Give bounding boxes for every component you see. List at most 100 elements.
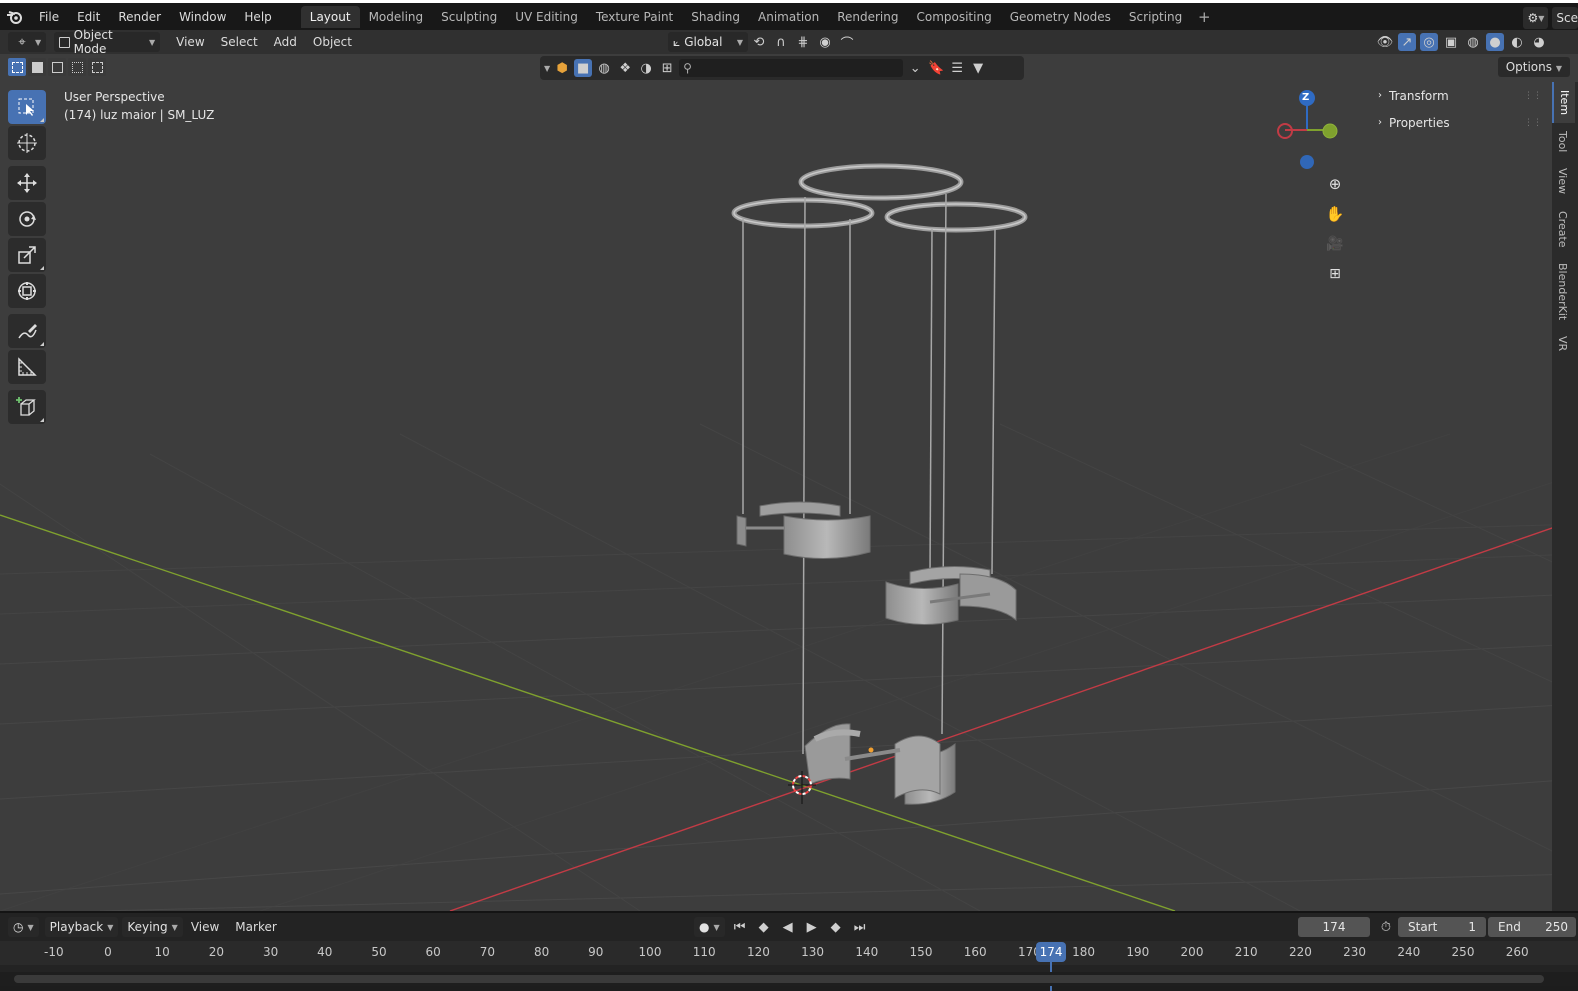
select-box-tool[interactable] <box>8 90 46 124</box>
search-input[interactable]: ⚲ <box>679 59 904 77</box>
play-reverse-icon[interactable]: ◀ <box>779 918 797 936</box>
shader-filter-icon[interactable]: ❖ <box>616 59 634 77</box>
menu-add[interactable]: Add <box>266 32 305 52</box>
tab-texture-paint[interactable]: Texture Paint <box>587 6 682 28</box>
scene-selector[interactable]: ⚙ ▼ <box>1523 7 1549 29</box>
light-filter-icon[interactable]: ◍ <box>595 59 613 77</box>
bookmark-icon[interactable]: 🔖 <box>927 59 945 77</box>
camera-view-button[interactable]: 🎥 <box>1322 231 1348 257</box>
annotate-tool[interactable] <box>8 314 46 348</box>
move-tool[interactable] <box>8 166 46 200</box>
auto-keying-button[interactable]: ● ▼ <box>694 917 725 937</box>
select-intersect-mode-button[interactable] <box>88 58 106 76</box>
3d-viewport[interactable]: Z ▼ ⬢ ■ ◍ ❖ ◑ ⊞ ⚲ ⌄ 🔖 ☰ ▼ Options ▼ User… <box>0 54 1578 911</box>
menu-render[interactable]: Render <box>109 6 170 28</box>
object-filter-icon[interactable]: ■ <box>574 59 593 77</box>
cursor-tool[interactable] <box>8 126 46 160</box>
select-extend-mode-button[interactable] <box>28 58 46 76</box>
sidebar-tab-create[interactable]: Create <box>1552 203 1573 256</box>
chandelier-model[interactable] <box>731 163 1028 805</box>
proportional-edit-icon[interactable]: ◉ <box>816 33 834 51</box>
timeline-scrollbar[interactable] <box>0 972 1578 986</box>
prev-keyframe-icon[interactable]: ◆ <box>755 918 773 936</box>
menu-window[interactable]: Window <box>170 6 235 28</box>
play-icon[interactable]: ▶ <box>803 918 821 936</box>
tab-shading[interactable]: Shading <box>682 6 749 28</box>
transform-orientation-selector[interactable]: ⟀ Global ▼ <box>668 32 748 52</box>
rotate-tool[interactable] <box>8 202 46 236</box>
keying-menu[interactable]: Keying ▼ <box>122 917 183 937</box>
tab-animation[interactable]: Animation <box>749 6 828 28</box>
scale-tool[interactable] <box>8 238 46 272</box>
menu-view[interactable]: View <box>168 32 212 52</box>
tab-sculpting[interactable]: Sculpting <box>432 6 506 28</box>
mesh-filter-icon[interactable]: ⬢ <box>553 59 571 77</box>
next-keyframe-icon[interactable]: ◆ <box>827 918 845 936</box>
frame-ruler[interactable]: -10 0 10 20 30 40 50 60 70 80 90 100 110 120 130 140 150… <box>0 941 1578 991</box>
add-workspace-button[interactable]: + <box>1191 8 1217 26</box>
sidebar-tab-item[interactable]: Item <box>1552 82 1575 124</box>
visibility-icon[interactable]: 👁 <box>1376 33 1394 51</box>
drag-handle-icon[interactable]: ⋮⋮ <box>1524 91 1542 101</box>
drag-handle-icon[interactable]: ⋮⋮ <box>1524 118 1542 128</box>
toggle-perspective-button[interactable]: ⊞ <box>1322 261 1348 287</box>
sidebar-tab-tool[interactable]: Tool <box>1552 123 1573 160</box>
current-frame-field[interactable]: 174 <box>1298 917 1370 937</box>
select-invert-mode-button[interactable] <box>68 58 86 76</box>
transform-tool[interactable] <box>8 274 46 308</box>
pivot-point-icon[interactable]: ⟲ <box>750 33 768 51</box>
tab-compositing[interactable]: Compositing <box>907 6 1000 28</box>
solid-shading-icon[interactable]: ● <box>1486 33 1504 51</box>
menu-select[interactable]: Select <box>213 32 266 52</box>
texture-filter-icon[interactable]: ⊞ <box>658 59 676 77</box>
tab-scripting[interactable]: Scripting <box>1120 6 1191 28</box>
sidebar-tab-vr[interactable]: VR <box>1552 328 1573 359</box>
rendered-shading-icon[interactable]: ◕ <box>1530 33 1548 51</box>
tab-modeling[interactable]: Modeling <box>360 6 433 28</box>
display-mode-icon[interactable]: ☰ <box>948 59 966 77</box>
sidebar-tab-view[interactable]: View <box>1552 160 1573 202</box>
select-subtract-mode-button[interactable] <box>48 58 66 76</box>
timeline-marker-menu[interactable]: Marker <box>227 917 284 937</box>
filter-funnel-icon[interactable]: ▼ <box>969 59 987 77</box>
menu-edit[interactable]: Edit <box>68 6 109 28</box>
wireframe-shading-icon[interactable]: ◍ <box>1464 33 1482 51</box>
sidebar-tab-blenderkit[interactable]: BlenderKit <box>1552 255 1573 328</box>
overlay-toggle-icon[interactable]: ◎ <box>1420 33 1438 51</box>
add-cube-tool[interactable] <box>8 390 46 424</box>
editor-type-selector[interactable]: ⌖ ▼ <box>8 32 47 52</box>
world-filter-icon[interactable]: ◑ <box>637 59 655 77</box>
menu-file[interactable]: File <box>30 6 68 28</box>
snap-icon[interactable]: ∩ <box>772 33 790 51</box>
gizmo-toggle-icon[interactable]: ↗ <box>1398 33 1416 51</box>
playhead-marker[interactable]: 174 <box>1036 942 1067 962</box>
xray-toggle-icon[interactable]: ▣ <box>1442 33 1460 51</box>
timeline-editor-type[interactable]: ◷ ▼ <box>8 917 39 937</box>
options-dropdown[interactable]: Options ▼ <box>1497 57 1570 77</box>
scrollbar-thumb[interactable] <box>14 975 1544 983</box>
pan-button[interactable]: ✋ <box>1322 201 1348 227</box>
playback-menu[interactable]: Playback ▼ <box>44 917 119 937</box>
mode-selector[interactable]: Object Mode ▼ <box>54 28 161 56</box>
menu-object[interactable]: Object <box>305 32 360 52</box>
filter-toggle-icon[interactable]: ⌄ <box>906 59 924 77</box>
tab-geometry-nodes[interactable]: Geometry Nodes <box>1001 6 1120 28</box>
falloff-icon[interactable]: ⌒ <box>838 33 856 52</box>
tab-rendering[interactable]: Rendering <box>828 6 907 28</box>
end-frame-field[interactable]: End 250 <box>1488 917 1576 937</box>
panel-properties[interactable]: › Properties ⋮⋮ <box>1370 109 1550 136</box>
start-frame-field[interactable]: Start 1 <box>1398 917 1486 937</box>
zoom-button[interactable]: ⊕ <box>1322 171 1348 197</box>
jump-end-icon[interactable]: ⏭ <box>851 918 869 936</box>
measure-tool[interactable] <box>8 350 46 384</box>
blender-logo-icon[interactable] <box>0 3 30 30</box>
material-shading-icon[interactable]: ◐ <box>1508 33 1526 51</box>
tab-uv-editing[interactable]: UV Editing <box>506 6 587 28</box>
tab-layout[interactable]: Layout <box>300 5 360 28</box>
chevron-down-icon[interactable]: ▼ <box>544 64 550 73</box>
snap-target-icon[interactable]: ⋕ <box>794 33 812 51</box>
scene-name-field[interactable]: Sce <box>1552 7 1578 29</box>
timeline-view-menu[interactable]: View <box>183 917 227 937</box>
panel-transform[interactable]: › Transform ⋮⋮ <box>1370 82 1550 109</box>
preview-range-icon[interactable]: ⏱ <box>1377 918 1395 936</box>
